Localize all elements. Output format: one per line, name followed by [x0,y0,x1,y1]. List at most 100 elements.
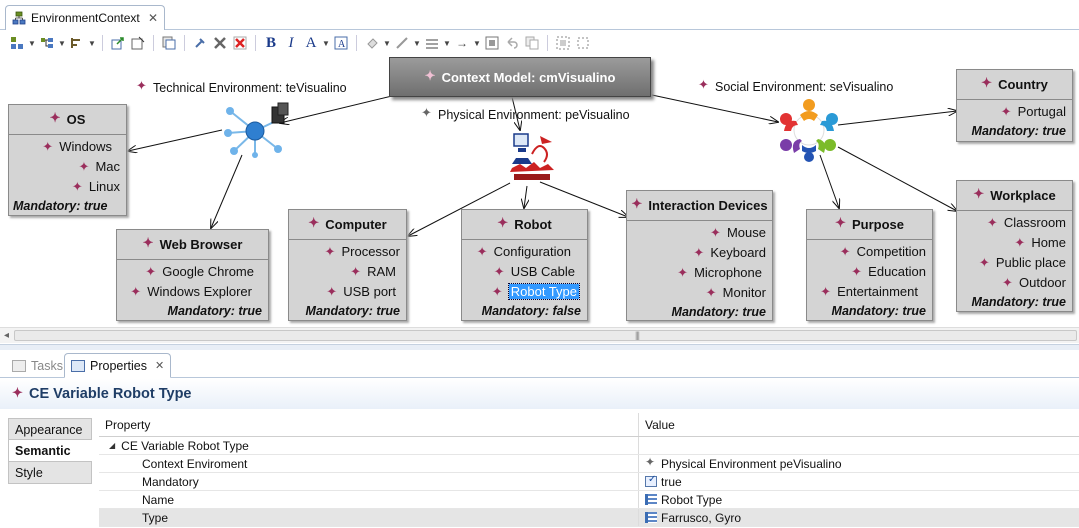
network-icon[interactable] [220,101,290,162]
node-interaction-item-microphone[interactable]: Microphone [633,263,766,283]
text-format-icon[interactable]: A [332,34,350,52]
node-interaction-item-mouse[interactable]: Mouse [633,223,766,243]
node-workplace-item-public-place[interactable]: Public place [963,253,1066,273]
column-header-property[interactable]: Property [99,413,639,436]
node-robot-item-usb-cable[interactable]: USB Cable [468,262,581,282]
social-group-icon[interactable] [776,97,842,166]
physical-environment-label[interactable]: Physical Environment: peVisualino [421,105,630,122]
font-color-button[interactable]: A [302,34,320,52]
tab-properties[interactable]: Properties ✕ [64,353,172,378]
scrollbar-thumb[interactable]: ||| [14,330,1077,341]
zoom-selection-icon[interactable] [574,34,592,52]
horizontal-scrollbar[interactable]: ◂ ||| [0,327,1079,343]
node-country[interactable]: Country Portugal Mandatory: true [956,69,1073,142]
collapse-triangle-icon[interactable]: ◢ [109,441,115,450]
italic-button[interactable]: I [282,34,300,52]
node-os-item-linux[interactable]: Linux [15,177,120,197]
node-os[interactable]: OS Windows Mac Linux Mandatory: true [8,104,127,216]
tab-tasks[interactable]: Tasks [6,353,69,378]
node-web-browser-item-chrome[interactable]: Google Chrome [123,262,262,282]
node-workplace[interactable]: Workplace Classroom Home Public place Ou… [956,180,1073,312]
property-value[interactable]: Physical Environment peVisualino [661,457,842,471]
chevron-down-icon[interactable]: ▼ [413,34,421,52]
node-country-item-portugal[interactable]: Portugal [963,102,1066,122]
node-robot-item-configuration[interactable]: Configuration [468,242,581,262]
node-workplace-item-outdoor[interactable]: Outdoor [963,273,1066,293]
delete-icon[interactable] [211,34,229,52]
edge-technical-os[interactable] [128,129,223,151]
column-header-value[interactable]: Value [639,413,1079,436]
chevron-down-icon[interactable]: ▼ [443,34,451,52]
node-purpose-item-entertainment[interactable]: Entertainment [813,282,926,302]
align-icon[interactable] [68,34,86,52]
scroll-left-icon[interactable]: ◂ [4,330,9,341]
node-purpose[interactable]: Purpose Competition Education Entertainm… [806,209,933,321]
table-row[interactable]: Mandatory true [99,473,1079,491]
technical-environment-label[interactable]: Technical Environment: teVisualino [136,78,347,95]
node-workplace-item-home[interactable]: Home [963,233,1066,253]
close-icon[interactable]: ✕ [155,359,164,372]
node-computer-item-processor[interactable]: Processor [295,242,400,262]
close-icon[interactable]: ✕ [148,11,158,25]
delete-from-model-icon[interactable] [231,34,249,52]
bold-button[interactable]: B [262,34,280,52]
node-os-item-windows[interactable]: Windows [15,137,120,157]
side-tab-style[interactable]: Style [8,462,92,484]
table-row[interactable]: Type Farrusco, Gyro [99,509,1079,527]
chevron-down-icon[interactable]: ▼ [58,34,66,52]
node-purpose-item-competition[interactable]: Competition [813,242,926,262]
line-color-icon[interactable] [393,34,411,52]
node-web-browser[interactable]: Web Browser Google Chrome Windows Explor… [116,229,269,321]
table-row[interactable]: Name Robot Type [99,491,1079,509]
chevron-down-icon[interactable]: ▼ [473,34,481,52]
variable-icon [324,242,337,262]
editor-tab-environment-context[interactable]: EnvironmentContext ✕ [5,5,165,30]
property-value[interactable]: true [661,475,682,489]
copy-format-icon[interactable] [523,34,541,52]
table-row[interactable]: Context Enviroment Physical Environment … [99,455,1079,473]
chevron-down-icon[interactable]: ▼ [383,34,391,52]
export-icon[interactable] [109,34,127,52]
properties-view-icon[interactable] [129,34,147,52]
chevron-down-icon[interactable]: ▼ [88,34,96,52]
copy-appearance-icon[interactable] [160,34,178,52]
edge-technical-browser[interactable] [211,154,243,228]
node-computer-item-usb-port[interactable]: USB port [295,282,400,302]
node-computer-title: Computer [289,210,406,240]
side-tab-appearance[interactable]: Appearance [8,418,92,440]
node-robot-item-robot-type[interactable]: Robot Type [468,282,581,302]
edge-social-country[interactable] [837,111,957,126]
edge-root-social[interactable] [651,94,778,122]
undo-icon[interactable] [503,34,521,52]
arrow-style-icon[interactable]: → [453,34,471,52]
edge-root-technical[interactable] [280,95,393,123]
node-interaction-item-monitor[interactable]: Monitor [633,283,766,303]
zoom-fit-icon[interactable] [554,34,572,52]
node-purpose-item-education[interactable]: Education [813,262,926,282]
property-value[interactable]: Farrusco, Gyro [661,511,741,525]
property-value[interactable]: Robot Type [661,493,722,507]
node-computer-item-ram[interactable]: RAM [295,262,400,282]
edge-social-workplace[interactable] [837,146,957,211]
node-computer[interactable]: Computer Processor RAM USB port Mandator… [288,209,407,321]
line-style-icon[interactable] [423,34,441,52]
auto-size-icon[interactable] [483,34,501,52]
side-tab-semantic[interactable]: Semantic [8,440,92,462]
physical-environment-icon[interactable] [508,128,556,193]
node-os-item-mac[interactable]: Mac [15,157,120,177]
social-environment-label[interactable]: Social Environment: seVisualino [698,77,893,94]
node-interaction-item-keyboard[interactable]: Keyboard [633,243,766,263]
diagram-canvas[interactable]: Context Model: cmVisualino Technical Env… [0,55,1079,327]
chevron-down-icon[interactable]: ▼ [28,34,36,52]
table-row-group[interactable]: ◢ CE Variable Robot Type [99,437,1079,455]
node-interaction-devices[interactable]: Interaction Devices Mouse Keyboard Micro… [626,190,773,321]
context-model-node[interactable]: Context Model: cmVisualino [389,57,651,97]
arrange-icon[interactable] [38,34,56,52]
node-workplace-item-classroom[interactable]: Classroom [963,213,1066,233]
fill-color-icon[interactable] [363,34,381,52]
chevron-down-icon[interactable]: ▼ [322,34,330,52]
node-robot[interactable]: Robot Configuration USB Cable Robot Type… [461,209,588,321]
node-web-browser-item-explorer[interactable]: Windows Explorer [123,282,262,302]
pin-icon[interactable] [191,34,209,52]
select-all-icon[interactable] [8,34,26,52]
